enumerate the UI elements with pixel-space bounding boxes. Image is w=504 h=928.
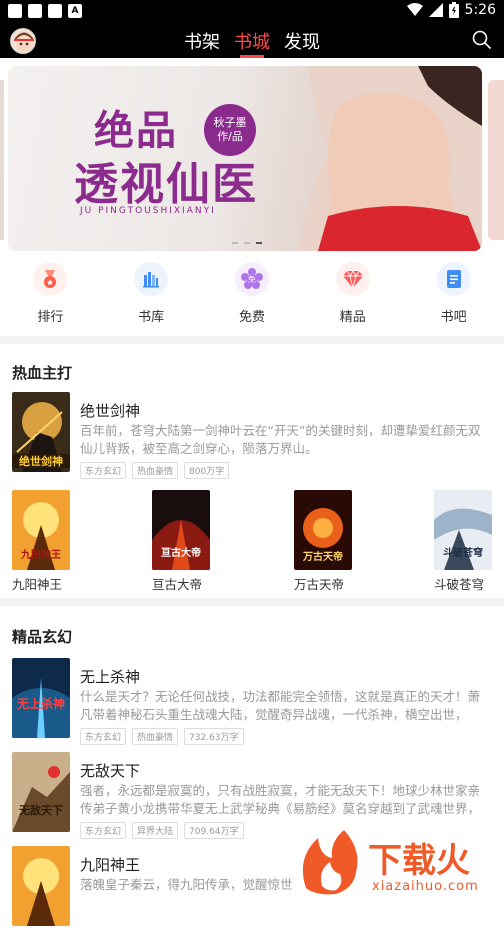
category-label: 免费 — [238, 310, 265, 325]
grid-book-item[interactable]: 亘古大帝 亘古大帝 — [152, 490, 228, 593]
category-label: 精品 — [339, 310, 366, 325]
category-free[interactable]: 免 免费 — [212, 262, 292, 334]
category-ranking[interactable]: 排行 — [10, 262, 90, 334]
category-row: 排行 书库 免 免费 精品 书吧 — [0, 262, 504, 334]
notification-icon — [48, 4, 62, 18]
svg-text:免: 免 — [248, 274, 256, 284]
book-tag: 热血豪情 — [132, 462, 179, 479]
book-cover-image: 无上杀神 — [12, 658, 70, 738]
book-list-item[interactable]: 无敌天下 无敌天下 强者，永远都是寂寞的，只有战胜寂寞，才能无敌天下！地球少林世… — [12, 752, 492, 839]
status-bar: A 5:26 — [0, 0, 504, 24]
book-list-item[interactable]: 无上杀神 无上杀神 什么是天才？无论任何战技，功法都能完全领悟，这就是真正的天才… — [12, 658, 492, 745]
svg-text:亘古大帝: 亘古大帝 — [161, 546, 201, 559]
banner-next-peek[interactable] — [488, 80, 504, 240]
wifi-icon — [406, 3, 423, 16]
book-description: 百年前，苍穹大陆第一剑神叶云在“开天”的关键时刻，却遭挚爱红颜无双仙儿背叛，被至… — [80, 423, 481, 456]
grid-book-title: 万古天帝 — [294, 577, 345, 592]
category-label: 书吧 — [440, 310, 467, 325]
category-label: 书库 — [138, 310, 165, 325]
battery-icon — [448, 2, 459, 18]
banner-subtitle: JU PINGTOUSHIXIANYI — [80, 206, 216, 216]
free-flower-icon: 免 — [234, 262, 269, 296]
tab-bookstore[interactable]: 书城 — [232, 28, 272, 58]
book-cover-image: 万古天帝 — [294, 490, 352, 570]
svg-text:斗破苍穹: 斗破苍穹 — [443, 546, 483, 559]
notification-icons: A — [8, 4, 82, 18]
banner-author-name: 秋子墨 — [213, 116, 247, 129]
pagination-dot — [232, 242, 238, 244]
notification-icon: A — [68, 4, 82, 18]
clock: 5:26 — [464, 2, 496, 18]
banner-prev-peek[interactable] — [0, 80, 4, 240]
category-premium[interactable]: 精品 — [313, 262, 393, 334]
category-label: 排行 — [37, 310, 64, 325]
book-title: 绝世剑神 — [80, 402, 141, 420]
book-title: 无敌天下 — [80, 762, 141, 780]
svg-text:xiazaihuo.com: xiazaihuo.com — [372, 879, 479, 894]
search-icon[interactable] — [472, 30, 492, 50]
book-grid: 九阳神王 九阳神王 亘古大帝 亘古大帝 万古天帝 万古天帝 斗破苍穹 斗破苍穹 — [0, 490, 504, 593]
grid-book-title: 九阳神王 — [12, 577, 63, 592]
grid-book-item[interactable]: 九阳神王 九阳神王 — [12, 490, 88, 593]
category-library[interactable]: 书库 — [111, 262, 191, 334]
diamond-icon — [335, 262, 370, 296]
featured-book-card[interactable]: 绝世剑神 绝世剑神 百年前，苍穹大陆第一剑神叶云在“开天”的关键时刻，却遭挚爱红… — [12, 392, 492, 479]
book-cover-image: 斗破苍穹 — [434, 490, 492, 570]
section-divider — [0, 336, 504, 344]
book-tag: 东方玄幻 — [80, 462, 127, 479]
section-divider — [0, 598, 504, 606]
book-tag: 东方玄幻 — [80, 822, 127, 839]
document-icon — [436, 262, 471, 296]
svg-text:万古天帝: 万古天帝 — [302, 550, 343, 563]
banner-pagination — [232, 242, 262, 244]
book-description: 强者，永远都是寂寞的，只有战胜寂寞，才能无敌天下！地球少林世家亲传弟子黄小龙携带… — [80, 783, 481, 816]
top-nav: 书架 书城 发现 — [0, 24, 504, 58]
book-cover-image: 亘古大帝 — [152, 490, 210, 570]
book-tag: 热血豪情 — [132, 728, 179, 745]
book-description: 什么是天才？无论任何战技，功法都能完全领悟，这就是真正的天才！萧凡带着神秘石头重… — [80, 689, 481, 722]
section-title-fantasy: 精品玄幻 — [12, 628, 73, 646]
svg-text:无上杀神: 无上杀神 — [16, 696, 65, 711]
tab-bookshelf[interactable]: 书架 — [182, 28, 222, 54]
pagination-dot-active — [256, 242, 262, 244]
book-tag: 732.63万字 — [184, 728, 244, 745]
cell-signal-icon — [428, 3, 443, 17]
book-title: 九阳神王 — [80, 856, 141, 874]
library-icon — [134, 262, 169, 296]
promo-banner[interactable]: 绝品 秋子墨 作/品 透视仙医 JU PINGTOUSHIXIANYI — [8, 66, 482, 251]
svg-text:下载火: 下载火 — [368, 841, 470, 881]
svg-text:无敌天下: 无敌天下 — [18, 803, 63, 817]
book-title: 无上杀神 — [80, 668, 141, 686]
pagination-dot — [244, 242, 250, 244]
book-cover-image: 九阳神王 — [12, 490, 70, 570]
book-tag: 800万字 — [184, 462, 230, 479]
svg-text:绝世剑神: 绝世剑神 — [19, 454, 63, 468]
section-title-hot: 热血主打 — [12, 364, 73, 382]
book-tag: 东方玄幻 — [80, 728, 127, 745]
grid-book-item[interactable]: 万古天帝 万古天帝 — [294, 490, 370, 593]
banner-author-suffix: 作/品 — [217, 130, 243, 143]
medal-icon — [33, 262, 68, 296]
svg-text:九阳神王: 九阳神王 — [20, 548, 61, 561]
notification-icon — [8, 4, 22, 18]
book-cover-image — [12, 846, 70, 926]
category-bookbar[interactable]: 书吧 — [414, 262, 494, 334]
grid-book-title: 亘古大帝 — [152, 577, 203, 592]
banner-title-line2: 透视仙医 — [74, 159, 258, 210]
grid-book-item[interactable]: 斗破苍穹 斗破苍穹 — [434, 490, 504, 593]
book-cover-image: 绝世剑神 — [12, 392, 70, 472]
notification-icon — [28, 4, 42, 18]
grid-book-title: 斗破苍穹 — [434, 577, 485, 592]
tab-discover[interactable]: 发现 — [282, 28, 322, 54]
book-cover-image: 无敌天下 — [12, 752, 70, 832]
book-tag: 709.64万字 — [184, 822, 244, 839]
book-tag: 异界大陆 — [132, 822, 179, 839]
watermark-logo: 下载火 xiazaihuo.com — [296, 828, 504, 896]
